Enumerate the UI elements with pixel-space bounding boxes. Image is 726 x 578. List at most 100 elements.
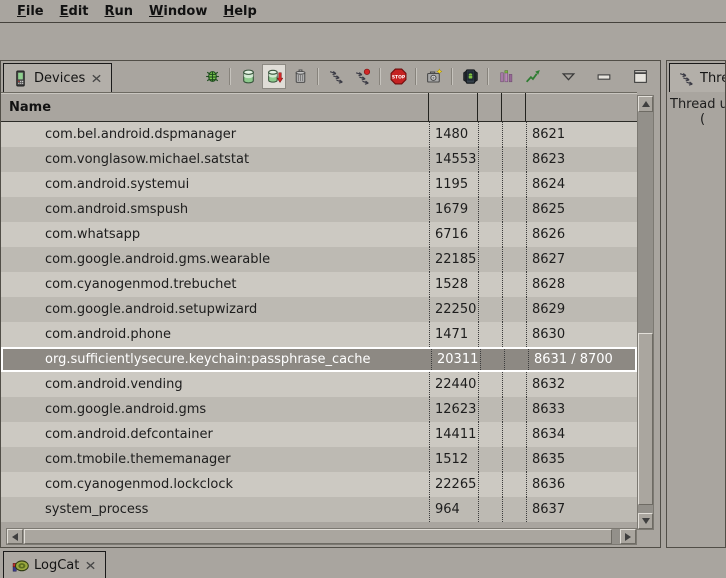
sysinfo-columns-icon[interactable] [494,64,518,89]
column-header-pid[interactable] [429,93,478,121]
scroll-right-button[interactable] [620,529,636,544]
horizontal-scrollbar[interactable] [6,528,637,545]
cell-port: 8632 [526,372,637,397]
device-row[interactable]: com.android.phone14718630 [1,322,637,347]
cell-status-2 [502,272,526,297]
update-heap-icon[interactable] [236,64,260,89]
cell-status-2 [502,322,526,347]
scroll-down-button[interactable] [638,513,653,529]
arrow-up-icon [642,101,650,107]
cell-process-name: com.tmobile.thememanager [1,447,429,472]
device-row[interactable]: com.bel.android.dspmanager14808621 [1,122,637,147]
device-row[interactable]: com.cyanogenmod.trebuchet15288628 [1,272,637,297]
minimize-icon[interactable] [592,64,616,89]
update-threads-icon[interactable] [324,64,348,89]
scroll-up-button[interactable] [638,96,653,112]
capture-device-view-icon[interactable] [458,64,482,89]
column-header-port[interactable] [526,93,637,121]
cell-status-2 [502,472,526,497]
device-row[interactable]: com.android.vending224408632 [1,372,637,397]
cell-status-1 [478,322,502,347]
column-header-status1[interactable] [478,93,502,121]
cell-pid: 1679 [429,197,478,222]
tab-threads[interactable]: Threads [669,63,726,92]
cause-gc-trash-icon[interactable] [288,64,312,89]
device-row[interactable]: com.vonglasow.michael.satstat145538623 [1,147,637,172]
cell-pid: 20311 [431,349,480,370]
cell-status-1 [478,197,502,222]
tab-logcat[interactable]: LogCat [3,551,106,578]
ddms-window: FileEditRunWindowHelp Devices [0,0,726,577]
cell-status-1 [478,222,502,247]
device-row[interactable]: com.google.android.gms126238633 [1,397,637,422]
horizontal-scroll-track[interactable] [23,529,620,544]
cell-status-1 [478,372,502,397]
cell-process-name: com.cyanogenmod.trebuchet [1,272,429,297]
cell-process-name: com.android.smspush [1,197,429,222]
close-icon[interactable] [90,72,103,85]
vertical-scroll-track[interactable] [638,112,653,513]
bottom-strip: LogCat [0,548,726,577]
screen-capture-icon[interactable] [422,64,446,89]
cell-pid: 22440 [429,372,478,397]
logcat-tab-label: LogCat [34,558,79,573]
cell-process-name: org.sufficientlysecure.keychain:passphra… [3,349,431,370]
horizontal-scroll-thumb[interactable] [24,529,612,544]
device-row[interactable]: com.tmobile.thememanager15128635 [1,447,637,472]
cell-status-2 [502,397,526,422]
menu-edit[interactable]: Edit [52,2,97,21]
tab-devices[interactable]: Devices [3,63,112,92]
cell-status-2 [502,222,526,247]
device-row[interactable]: com.android.systemui11958624 [1,172,637,197]
cell-process-name: com.google.android.gms [1,397,429,422]
cell-pid: 14553 [429,147,478,172]
arrow-left-icon [12,533,18,541]
close-icon[interactable] [84,559,97,572]
stop-process-icon[interactable]: STOP [386,64,410,89]
device-row[interactable]: com.android.smspush16798625 [1,197,637,222]
threads-tab-label: Threads [700,71,726,86]
start-method-profiling-icon[interactable] [350,64,374,89]
debug-bug-icon[interactable] [200,64,224,89]
device-row[interactable]: com.google.android.gms.wearable221858627 [1,247,637,272]
cell-port: 8628 [526,272,637,297]
menu-file[interactable]: File [9,2,52,21]
device-row[interactable]: system_process9648637 [1,497,637,522]
column-header-name[interactable]: Name [1,93,429,121]
cell-status-1 [478,472,502,497]
menu-run[interactable]: Run [97,2,142,21]
cell-port: 8623 [526,147,637,172]
threads-message: Thread up ( [670,97,726,127]
device-row-selected[interactable]: org.sufficientlysecure.keychain:passphra… [1,347,637,372]
column-header-status2[interactable] [502,93,526,121]
maximize-icon[interactable] [628,64,652,89]
device-row[interactable]: com.whatsapp67168626 [1,222,637,247]
menu-window[interactable]: Window [141,2,215,21]
cell-process-name: com.cyanogenmod.lockclock [1,472,429,497]
scroll-left-button[interactable] [7,529,23,544]
cell-port: 8624 [526,172,637,197]
cell-port: 8635 [526,447,637,472]
device-row[interactable]: com.android.defcontainer144118634 [1,422,637,447]
view-menu-chevron-icon[interactable] [556,64,580,89]
cell-port: 8630 [526,322,637,347]
cell-status-1 [478,122,502,147]
cell-status-2 [502,497,526,522]
cell-process-name: com.android.systemui [1,172,429,197]
cell-status-2 [502,297,526,322]
toolbar-separator [317,68,319,85]
phone-icon [12,70,29,87]
cell-status-1 [478,497,502,522]
vertical-scroll-thumb[interactable] [638,333,653,505]
device-row[interactable]: com.google.android.setupwizard222508629 [1,297,637,322]
cell-pid: 1480 [429,122,478,147]
cell-port: 8634 [526,422,637,447]
cell-status-1 [478,422,502,447]
device-row[interactable]: com.cyanogenmod.lockclock222658636 [1,472,637,497]
start-tracing-arrow-icon[interactable] [520,64,544,89]
cell-status-2 [502,422,526,447]
cell-status-2 [502,372,526,397]
vertical-scrollbar[interactable] [637,95,654,530]
dump-hprof-icon[interactable] [262,64,286,89]
menu-help[interactable]: Help [215,2,264,21]
